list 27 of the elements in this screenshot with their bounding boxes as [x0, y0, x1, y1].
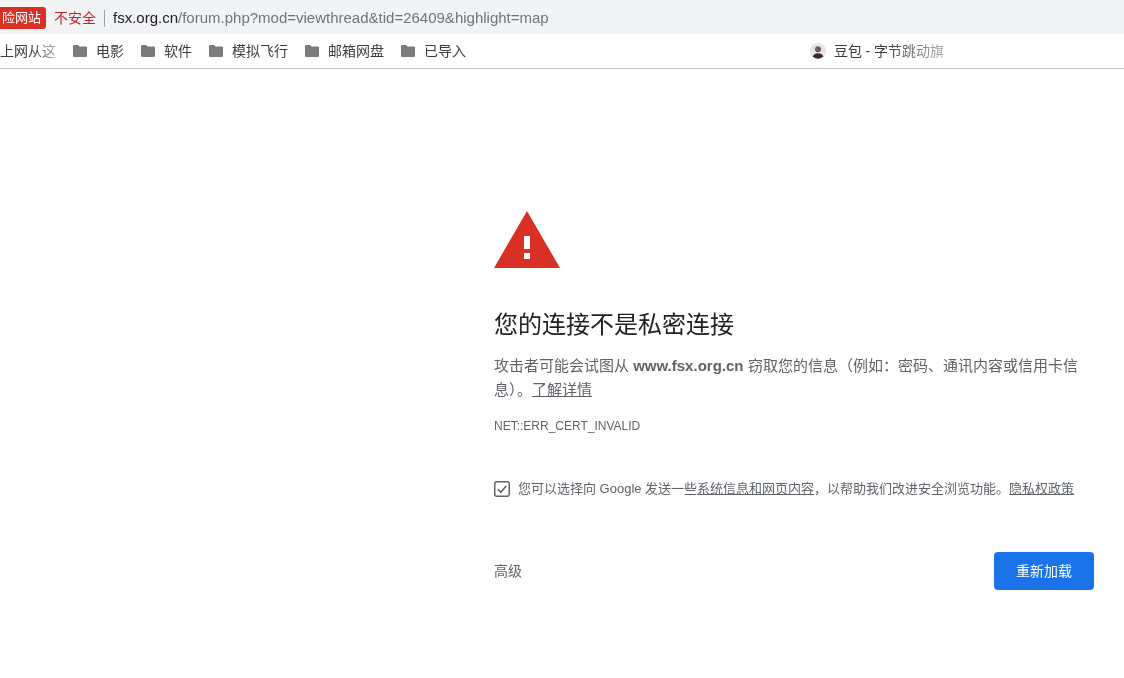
bookmark-folder[interactable]: 邮箱网盘 [305, 40, 384, 62]
security-label[interactable]: 不安全 [54, 7, 96, 29]
url-text[interactable]: fsx.org.cn/forum.php?mod=viewthread&tid=26409&highlight=map [113, 6, 549, 30]
error-code: NET::ERR_CERT_INVALID [494, 418, 642, 435]
folder-icon [305, 45, 319, 57]
advanced-button[interactable]: 高级 [494, 560, 522, 582]
bookmark-item[interactable]: 豆包 - 字节跳动旗 [809, 40, 944, 62]
danger-site-badge: 险网站 [0, 7, 46, 29]
folder-icon [141, 45, 155, 57]
privacy-policy-link[interactable]: 隐私权政策 [1009, 481, 1075, 496]
bookmark-folder[interactable]: 模拟飞行 [209, 40, 288, 62]
bookmark-folder[interactable]: 软件 [141, 40, 192, 62]
avatar-icon [809, 43, 826, 59]
warning-icon [494, 211, 560, 268]
bookmark-item[interactable]: 上网从这 [0, 40, 56, 62]
folder-icon [73, 45, 87, 57]
opt-in-text: 您可以选择向 Google 发送一些系统信息和网页内容，以帮助我们改进安全浏览功能。隐私权政策 [518, 480, 1075, 498]
checkbox[interactable] [494, 481, 510, 497]
folder-icon [209, 45, 223, 57]
system-info-link[interactable]: 系统信息和网页内容 [697, 481, 815, 496]
bookmark-folder[interactable]: 已导入 [401, 40, 466, 62]
error-heading: 您的连接不是私密连接 [494, 310, 735, 340]
warning-message: 攻击者可能会试图从 www.fsx.org.cn 窃取您的信息（例如：密码、通讯内容或信用卡信息）。了解详情 [494, 356, 1079, 400]
bookmark-folder[interactable]: 电影 [73, 40, 124, 62]
reload-button[interactable]: 重新加载 [994, 552, 1094, 590]
learn-more-link[interactable]: 了解详情 [532, 381, 592, 398]
folder-icon [401, 45, 415, 57]
